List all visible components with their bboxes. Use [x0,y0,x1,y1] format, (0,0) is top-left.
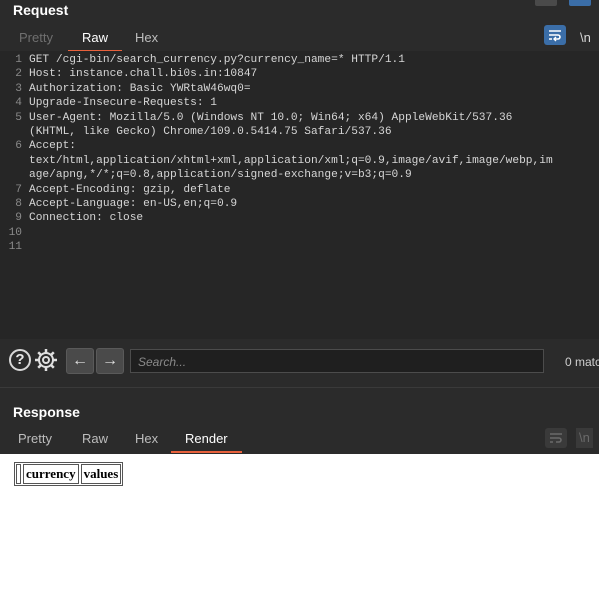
previous-match-button[interactable]: ← [66,348,94,374]
response-title: Response [13,404,80,420]
line-text: GET /cgi-bin/search_currency.py?currency… [29,54,405,66]
line-text: User-Agent: Mozilla/5.0 (Windows NT 10.0… [29,111,513,124]
line-number: 10 [8,226,22,239]
show-newlines-button-disabled[interactable]: \n [576,428,593,448]
table-cell-currency: currency [23,464,79,484]
request-editor[interactable]: 1 GET /cgi-bin/search_currency.py?currenc… [0,51,599,339]
line-number: 3 [15,82,22,95]
table-cell-values: values [80,464,122,484]
wrap-lines-button-disabled[interactable] [545,428,567,448]
line-number: 7 [15,183,22,196]
tab-hex[interactable]: Hex [135,27,158,51]
render-view: currency values [0,454,599,612]
line-text: text/html,application/xhtml+xml,applicat… [29,154,553,167]
search-input[interactable]: Search... [130,349,544,373]
line-text: age/apng,*/*;q=0.8,application/signed-ex… [29,169,412,182]
tab-pretty[interactable]: Pretty [18,428,52,452]
line-number: 5 [15,111,22,124]
line-text: Host: instance.chall.bi0s.in:10847 [29,68,258,81]
layout-toggle-2[interactable] [569,0,591,6]
line-text: Upgrade-Insecure-Requests: 1 [29,97,217,110]
line-number: 11 [8,241,22,254]
line-number: 9 [15,212,22,225]
tab-hex[interactable]: Hex [135,428,158,452]
show-newlines-button[interactable]: \n [580,27,591,51]
line-number: 4 [15,97,22,110]
line-number: 2 [15,68,22,81]
tab-raw[interactable]: Raw [82,428,108,452]
wrap-lines-button[interactable] [544,25,566,45]
panel-divider[interactable] [0,387,599,388]
line-text: Authorization: Basic YWRtaW46wq0= [29,82,251,95]
line-text: Connection: close [29,212,144,225]
response-tabs: Pretty Raw Hex Render \n [0,428,599,454]
wrap-lines-icon [550,433,562,443]
request-tabs: Pretty Raw Hex \n [0,25,599,53]
wrap-lines-icon [549,30,561,42]
match-count: 0 matches [565,355,599,369]
line-text: Accept: [29,140,76,153]
tab-render[interactable]: Render [171,428,242,453]
layout-toggle-1[interactable] [535,0,557,6]
empty-cell [16,464,21,484]
line-number: 8 [15,198,22,210]
line-text: Accept-Encoding: gzip, deflate [29,183,231,196]
settings-icon[interactable] [34,348,58,372]
help-icon[interactable]: ? [9,349,31,371]
line-text: Accept-Language: en-US,en;q=0.9 [29,198,238,210]
search-toolbar: ? ← → Search... 0 matches [0,340,599,384]
rendered-table: currency values [14,462,124,486]
line-number: 1 [15,54,22,66]
line-number: 6 [15,140,22,153]
tab-raw[interactable]: Raw [67,27,123,52]
tab-pretty[interactable]: Pretty [19,27,53,51]
line-text: (KHTML, like Gecko) Chrome/109.0.5414.75… [29,126,392,138]
next-match-button[interactable]: → [96,348,124,374]
request-title: Request [13,2,69,18]
